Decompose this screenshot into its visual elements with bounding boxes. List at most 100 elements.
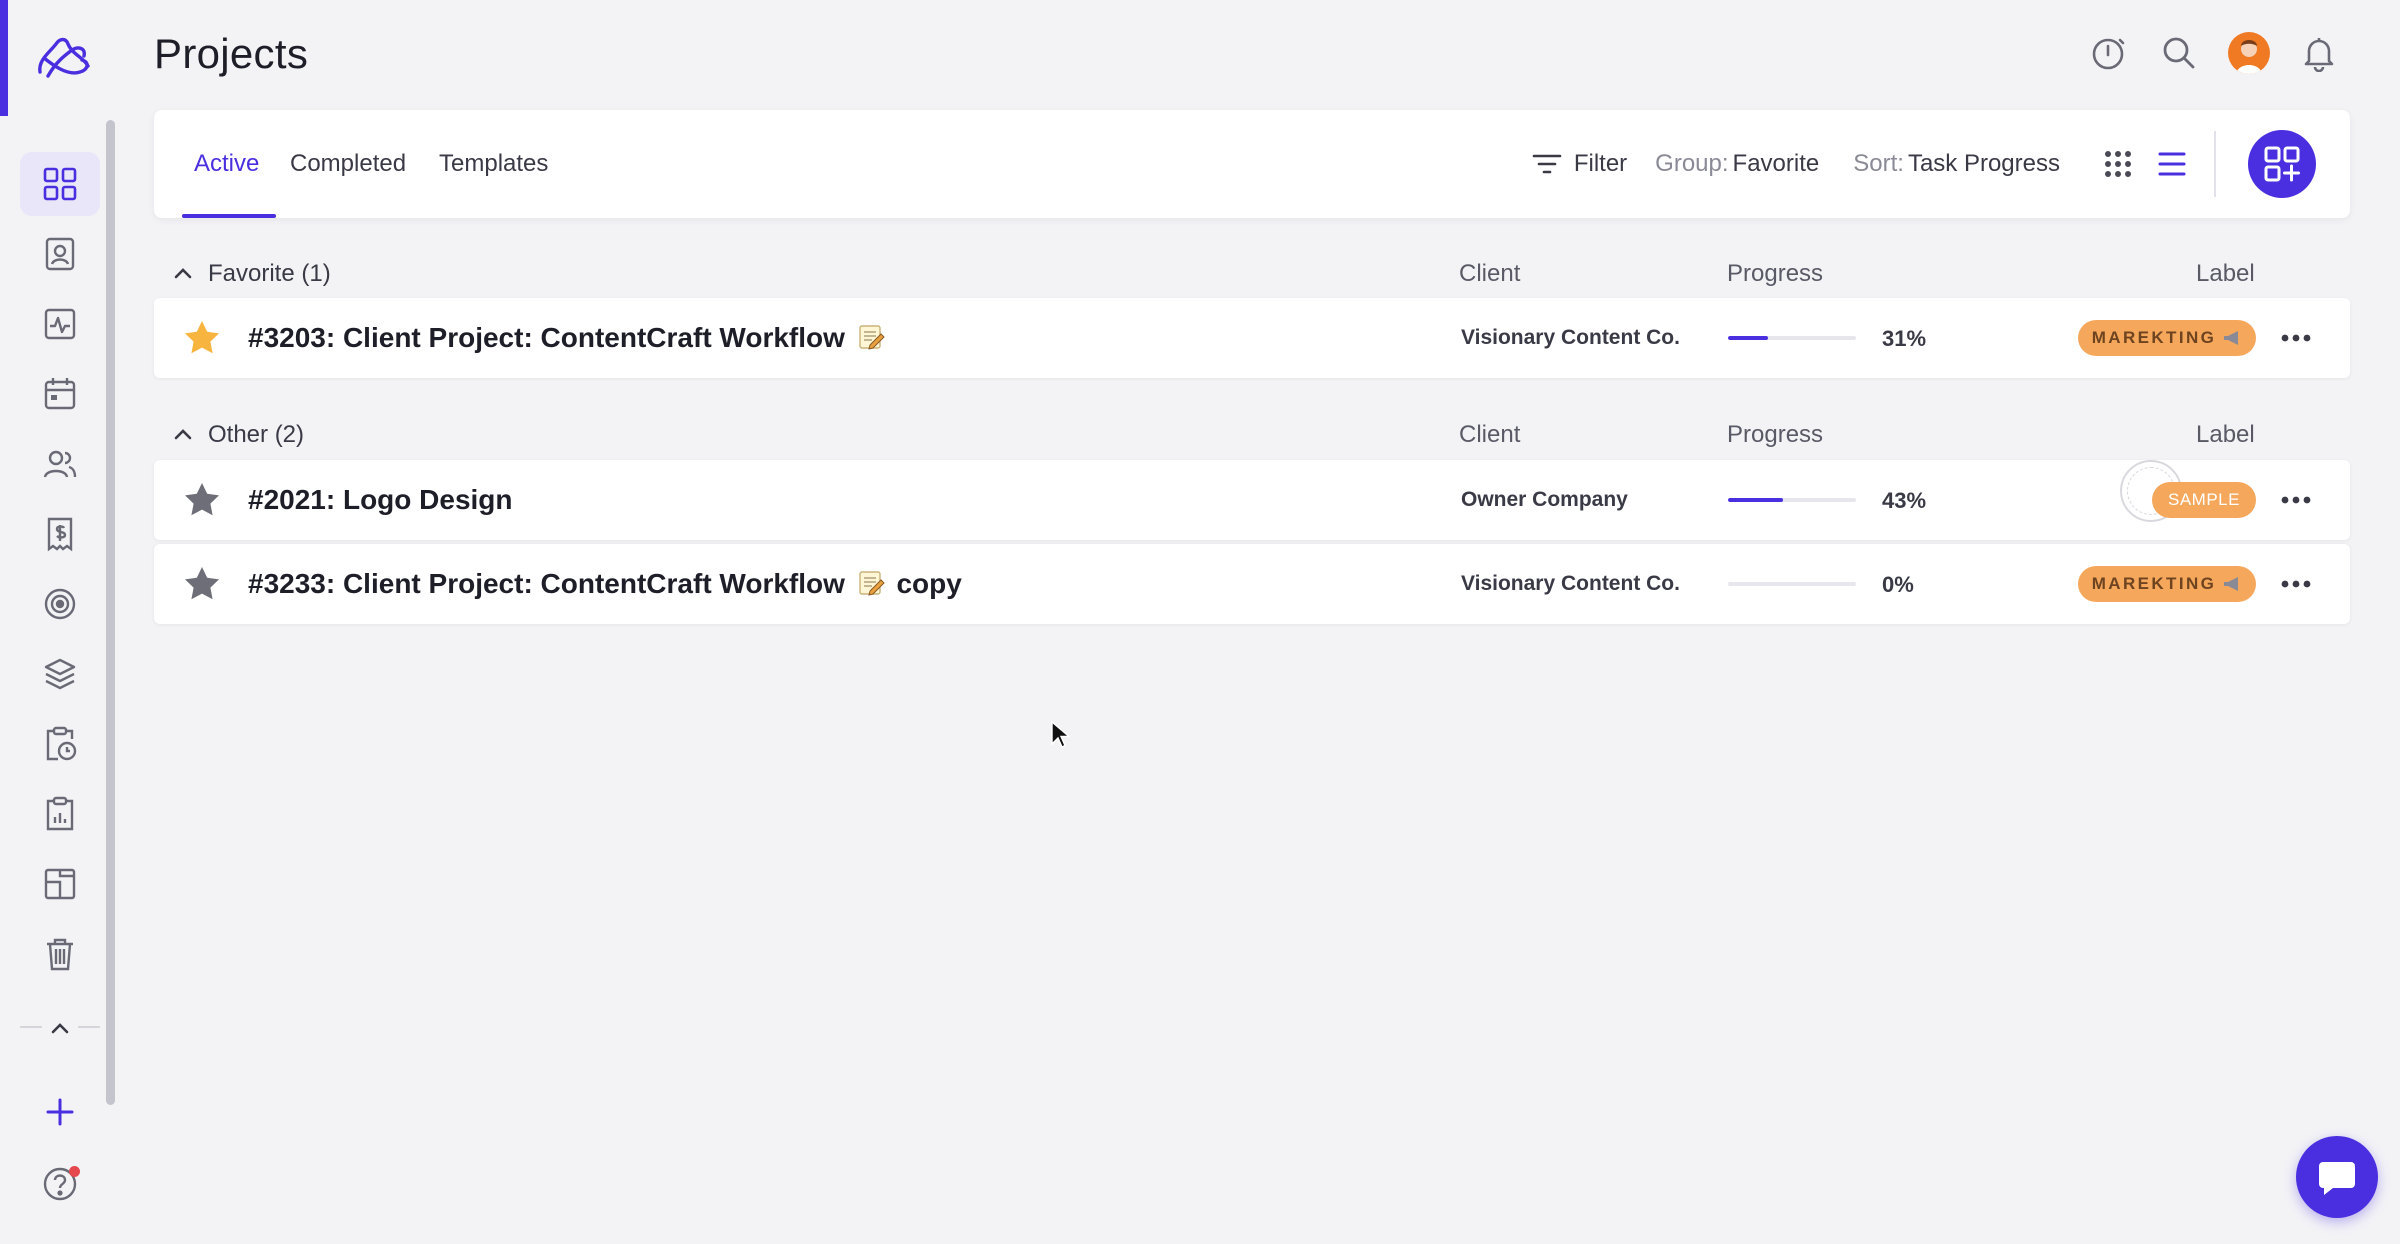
sidebar-item-invoices[interactable] xyxy=(20,502,100,566)
column-header-progress: Progress xyxy=(1727,260,1824,287)
megaphone-emoji-icon xyxy=(2224,577,2239,591)
sidebar-item-boards[interactable] xyxy=(20,852,100,916)
layers-icon xyxy=(44,658,76,690)
grid-dots-icon xyxy=(2105,151,2131,177)
tab-templates[interactable]: Templates xyxy=(439,110,548,218)
timer-icon[interactable] xyxy=(2088,32,2130,74)
new-project-button[interactable] xyxy=(2248,130,2316,198)
add-project-grid-icon xyxy=(2264,146,2300,182)
more-options-icon[interactable] xyxy=(2278,570,2314,598)
sidebar-item-reports[interactable] xyxy=(20,782,100,846)
progress-bar xyxy=(1728,582,1856,586)
memo-emoji-icon xyxy=(858,571,885,596)
project-row[interactable]: #2021: Logo Design Owner Company 43% SAM… xyxy=(154,460,2350,540)
sidebar-scrollbar[interactable] xyxy=(106,120,115,1105)
label-badge[interactable]: SAMPLE xyxy=(2152,482,2256,518)
sidebar-item-layers[interactable] xyxy=(20,642,100,706)
sidebar: › xyxy=(0,0,116,1244)
activity-icon xyxy=(44,308,76,340)
star-icon[interactable] xyxy=(182,564,222,604)
more-options-icon[interactable] xyxy=(2278,324,2314,352)
sidebar-item-calendar[interactable] xyxy=(20,362,100,426)
add-icon[interactable] xyxy=(36,1088,84,1136)
grid-view-button[interactable] xyxy=(2096,142,2140,186)
project-client: Owner Company xyxy=(1461,488,1628,511)
group-title: Other (2) xyxy=(208,421,305,448)
project-title-text: #3233: Client Project: ContentCraft Work… xyxy=(248,568,845,599)
group-title: Favorite (1) xyxy=(208,260,331,287)
sort-by-prefix: Sort: xyxy=(1853,150,1904,177)
chevron-up-icon xyxy=(174,429,192,440)
group-header-other[interactable]: Other (2) Client Progress Label xyxy=(154,415,2350,455)
search-icon[interactable] xyxy=(2158,32,2200,74)
toolbar-divider xyxy=(2214,131,2216,197)
project-row[interactable]: #3233: Client Project: ContentCraft Work… xyxy=(154,544,2350,624)
progress-percent: 0% xyxy=(1882,572,1914,597)
notification-dot xyxy=(69,1166,80,1177)
chat-support-button[interactable] xyxy=(2296,1136,2378,1218)
group-by-dropdown[interactable]: Group: Favorite xyxy=(1655,150,1819,178)
star-filled-icon[interactable] xyxy=(182,318,222,358)
filter-icon xyxy=(1532,154,1562,174)
project-client: Visionary Content Co. xyxy=(1461,572,1680,595)
filter-button[interactable]: Filter xyxy=(1532,150,1627,178)
tab-bar: Active Completed Templates Filter Group:… xyxy=(154,110,2350,218)
progress-percent: 43% xyxy=(1882,488,1927,513)
label-text: SAMPLE xyxy=(2168,490,2240,509)
sidebar-item-trash[interactable] xyxy=(20,922,100,986)
avatar[interactable] xyxy=(2228,32,2270,74)
project-client: Visionary Content Co. xyxy=(1461,326,1680,349)
list-view-button[interactable] xyxy=(2150,142,2194,186)
toolbar: Filter Group: Favorite Sort: Task Progre… xyxy=(1532,110,2316,218)
chat-bubble-icon xyxy=(2319,1162,2355,1195)
column-header-label: Label xyxy=(2196,260,2255,287)
column-header-progress: Progress xyxy=(1727,421,1824,448)
project-title[interactable]: #3233: Client Project: ContentCraft Work… xyxy=(248,568,962,600)
tab-active[interactable]: Active xyxy=(194,110,259,218)
sidebar-item-timesheets[interactable] xyxy=(20,712,100,776)
header-actions xyxy=(2088,32,2340,74)
progress-bar-fill xyxy=(1728,336,1768,340)
sidebar-collapse-up-icon[interactable] xyxy=(44,1012,76,1044)
memo-emoji-icon xyxy=(858,325,885,350)
chevron-up-icon xyxy=(174,268,192,279)
progress-bar xyxy=(1728,336,1856,340)
sidebar-accent-bar xyxy=(0,0,8,116)
sort-by-dropdown[interactable]: Sort: Task Progress xyxy=(1853,150,2060,178)
sidebar-item-dashboard[interactable] xyxy=(20,152,100,216)
sidebar-item-goals[interactable] xyxy=(20,572,100,636)
group-header-favorite[interactable]: Favorite (1) Client Progress Label xyxy=(154,254,2350,294)
sort-by-value: Task Progress xyxy=(1907,150,2060,177)
project-row[interactable]: #3203: Client Project: ContentCraft Work… xyxy=(154,298,2350,378)
dashboard-grid-icon xyxy=(43,167,77,201)
more-options-icon[interactable] xyxy=(2278,486,2314,514)
tab-completed[interactable]: Completed xyxy=(290,110,406,218)
project-title-text: #3203: Client Project: ContentCraft Work… xyxy=(248,322,845,353)
active-tab-indicator xyxy=(182,214,276,218)
report-clipboard-icon xyxy=(46,796,74,831)
bell-icon[interactable] xyxy=(2298,32,2340,74)
project-title[interactable]: #2021: Logo Design xyxy=(248,484,513,516)
column-header-client: Client xyxy=(1459,260,1521,287)
contact-card-icon xyxy=(45,237,75,271)
trash-icon xyxy=(47,938,73,971)
filter-label: Filter xyxy=(1573,150,1628,177)
sidebar-item-people[interactable] xyxy=(20,432,100,496)
label-badge[interactable]: MAREKTING xyxy=(2078,566,2256,602)
column-header-client: Client xyxy=(1459,421,1521,448)
timesheet-clipboard-icon xyxy=(46,726,77,761)
app-logo-icon[interactable] xyxy=(28,26,100,86)
page-title: Projects xyxy=(154,30,309,77)
project-title-suffix: copy xyxy=(896,568,962,599)
project-title[interactable]: #3203: Client Project: ContentCraft Work… xyxy=(248,322,889,354)
sidebar-item-activity[interactable] xyxy=(20,292,100,356)
sidebar-item-contacts[interactable] xyxy=(20,222,100,286)
calendar-icon xyxy=(44,378,76,410)
label-text: MAREKTING xyxy=(2091,574,2217,593)
progress-bar-fill xyxy=(1728,498,1784,502)
label-badge[interactable]: MAREKTING xyxy=(2078,320,2256,356)
group-by-prefix: Group: xyxy=(1655,150,1729,177)
help-icon[interactable] xyxy=(38,1162,82,1206)
board-icon xyxy=(44,868,76,900)
star-icon[interactable] xyxy=(182,480,222,520)
